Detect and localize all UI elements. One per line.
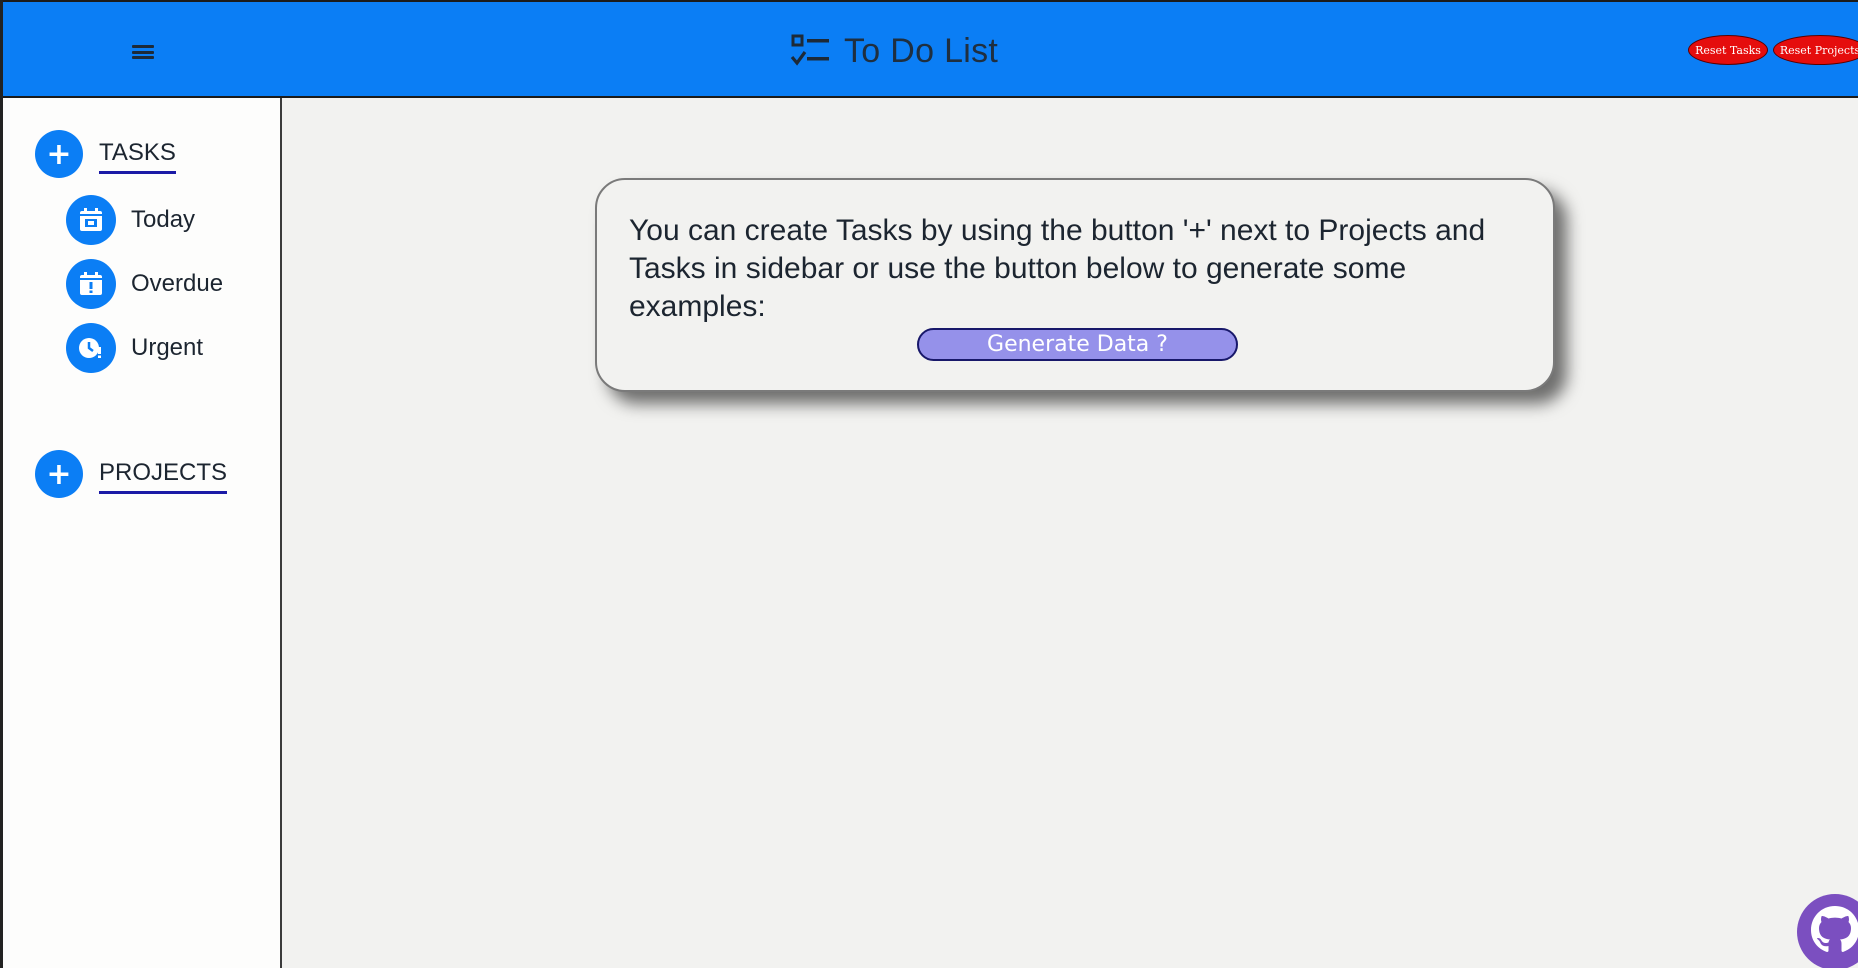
checklist-icon <box>790 34 829 66</box>
sidebar: + TASKS Today Overdue Urgent + PROJECTS <box>3 98 282 968</box>
sidebar-item-label: Overdue <box>131 270 224 297</box>
page-title: To Do List <box>844 31 999 70</box>
add-task-button[interactable]: + <box>35 130 83 178</box>
app-root: To Do List Reset Tasks Reset Projects + … <box>0 0 1858 968</box>
add-project-button[interactable]: + <box>35 450 83 498</box>
hamburger-menu-icon[interactable] <box>132 45 154 59</box>
sidebar-item-urgent[interactable]: Urgent <box>66 323 203 373</box>
clock-alert-icon <box>66 323 116 373</box>
generate-data-button[interactable]: Generate Data ? <box>917 328 1238 361</box>
sidebar-projects-title[interactable]: PROJECTS <box>99 459 228 494</box>
calendar-today-icon <box>66 195 116 245</box>
app-brand: To Do List <box>790 30 998 72</box>
sidebar-item-overdue[interactable]: Overdue <box>66 259 223 309</box>
reset-projects-button[interactable]: Reset Projects <box>1773 35 1858 65</box>
sidebar-item-today[interactable]: Today <box>66 195 195 245</box>
reset-tasks-button[interactable]: Reset Tasks <box>1688 35 1768 65</box>
sidebar-tasks-title[interactable]: TASKS <box>99 139 176 174</box>
top-header: To Do List Reset Tasks Reset Projects <box>3 0 1858 98</box>
github-icon[interactable] <box>1795 892 1858 968</box>
sidebar-item-label: Urgent <box>131 334 204 361</box>
empty-state-card: You can create Tasks by using the button… <box>595 178 1555 392</box>
sidebar-item-label: Today <box>131 206 196 233</box>
calendar-alert-icon <box>66 259 116 309</box>
empty-state-message: You can create Tasks by using the button… <box>629 214 1486 323</box>
